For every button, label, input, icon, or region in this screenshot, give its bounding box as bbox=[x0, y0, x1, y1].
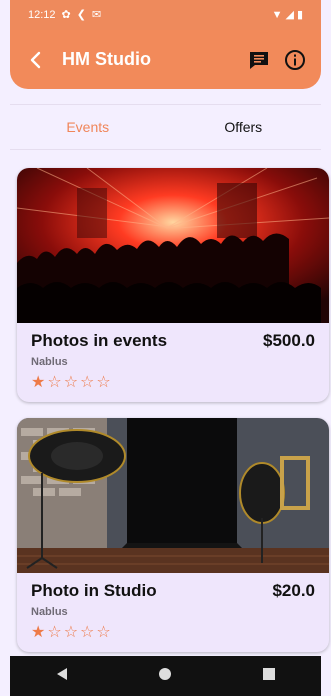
card-header-row: Photos in events $500.0 bbox=[31, 331, 315, 351]
info-button[interactable] bbox=[281, 46, 309, 74]
tab-offers[interactable]: Offers bbox=[166, 119, 322, 135]
status-left: 12:12 ✿ ❮ ✉ bbox=[28, 9, 101, 21]
back-arrow-icon bbox=[30, 51, 41, 68]
card-location: Nablus bbox=[31, 356, 68, 368]
event-card[interactable]: Photos in events $500.0 Nablus ★☆☆☆☆ bbox=[17, 168, 329, 402]
concert-image bbox=[17, 168, 329, 323]
circle-home-icon bbox=[159, 667, 172, 680]
nav-recents-button[interactable] bbox=[262, 667, 276, 686]
filled-star-icon: ★ bbox=[31, 624, 48, 641]
status-right: ▼ ◢ ▮ bbox=[271, 8, 303, 21]
nav-home-button[interactable] bbox=[158, 667, 172, 686]
page-title: HM Studio bbox=[62, 49, 151, 69]
triangle-back-icon bbox=[56, 667, 67, 680]
nav-back-button[interactable] bbox=[55, 667, 69, 686]
card-price: $20.0 bbox=[272, 581, 315, 600]
settings-gear-icon: ✿ bbox=[61, 8, 71, 21]
back-button[interactable] bbox=[24, 48, 48, 72]
card-body: Photos in events $500.0 Nablus ★☆☆☆☆ bbox=[17, 323, 329, 402]
card-title: Photos in events bbox=[31, 331, 168, 350]
tab-events[interactable]: Events bbox=[10, 119, 166, 135]
battery-icon: ▮ bbox=[296, 8, 303, 21]
card-location: Nablus bbox=[31, 606, 68, 618]
filled-star-icon: ★ bbox=[31, 374, 48, 391]
empty-star-icons: ☆☆☆☆ bbox=[47, 624, 113, 641]
mail-icon: ✉ bbox=[91, 8, 102, 21]
notification-icon: ❮ bbox=[76, 8, 86, 21]
info-icon bbox=[285, 49, 305, 70]
square-recents-icon bbox=[263, 667, 276, 680]
system-nav-bar bbox=[10, 656, 321, 696]
card-header-row: Photo in Studio $20.0 bbox=[31, 581, 315, 601]
app-bar: HM Studio bbox=[10, 30, 321, 89]
signal-icon: ◢ bbox=[285, 8, 294, 21]
status-bar: 12:12 ✿ ❮ ✉ ▼ ◢ ▮ bbox=[10, 0, 321, 30]
chat-icon bbox=[250, 51, 268, 69]
card-body: Photo in Studio $20.0 Nablus ★☆☆☆☆ bbox=[17, 573, 329, 652]
chat-button[interactable] bbox=[245, 46, 273, 74]
status-time: 12:12 bbox=[28, 9, 56, 21]
event-card[interactable]: Photo in Studio $20.0 Nablus ★☆☆☆☆ bbox=[17, 418, 329, 652]
card-title: Photo in Studio bbox=[31, 581, 157, 600]
empty-star-icons: ☆☆☆☆ bbox=[47, 374, 113, 391]
card-price: $500.0 bbox=[263, 331, 315, 350]
star-rating: ★☆☆☆☆ bbox=[31, 372, 315, 392]
studio-image bbox=[17, 418, 329, 573]
star-rating: ★☆☆☆☆ bbox=[31, 622, 315, 642]
wifi-icon: ▼ bbox=[271, 8, 283, 21]
tab-bar: Events Offers bbox=[10, 104, 321, 150]
